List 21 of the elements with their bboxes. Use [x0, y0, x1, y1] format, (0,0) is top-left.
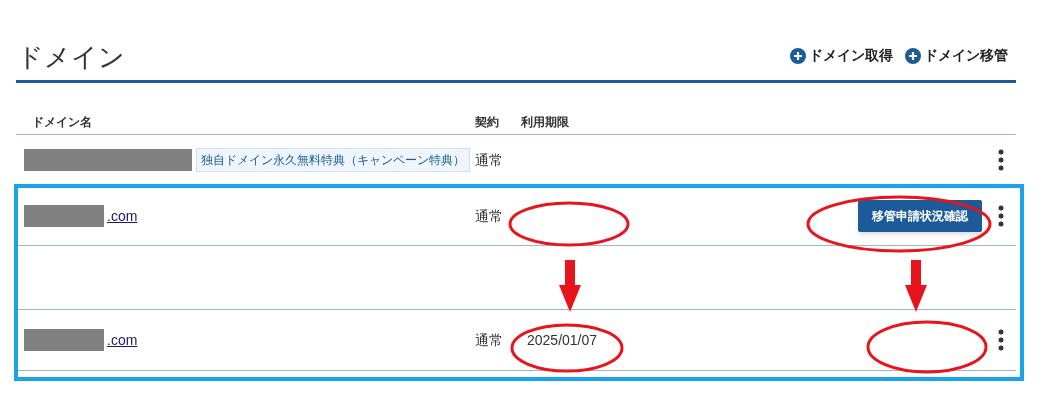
- more-options-icon[interactable]: [998, 149, 1004, 171]
- domain-link[interactable]: .com: [107, 205, 138, 227]
- plus-circle-icon: [790, 47, 806, 64]
- add-action-link[interactable]: ドメイン取得: [790, 45, 893, 66]
- page-title: ドメイン: [16, 41, 125, 74]
- down-arrow: [905, 260, 927, 312]
- column-header: 利用期限: [521, 114, 569, 129]
- contract-text: 通常: [475, 332, 503, 348]
- contract-text: 通常: [475, 152, 503, 168]
- more-options-icon[interactable]: [998, 329, 1004, 351]
- plus-circle-icon: [905, 47, 921, 64]
- down-arrow: [559, 260, 581, 312]
- column-header: 契約: [475, 114, 499, 129]
- contract-text: 通常: [475, 207, 503, 224]
- campaign-tag: 独自ドメイン永久無料特典（キャンペーン特典）: [196, 148, 470, 172]
- transfer-status-button[interactable]: 移管申請状況確認: [858, 199, 982, 232]
- expiry-date: 2025/01/07: [527, 332, 598, 348]
- column-header: ドメイン名: [32, 114, 92, 129]
- add-action-link[interactable]: ドメイン移管: [905, 45, 1008, 66]
- domain-link[interactable]: .com: [107, 330, 138, 351]
- more-options-icon[interactable]: [998, 204, 1004, 227]
